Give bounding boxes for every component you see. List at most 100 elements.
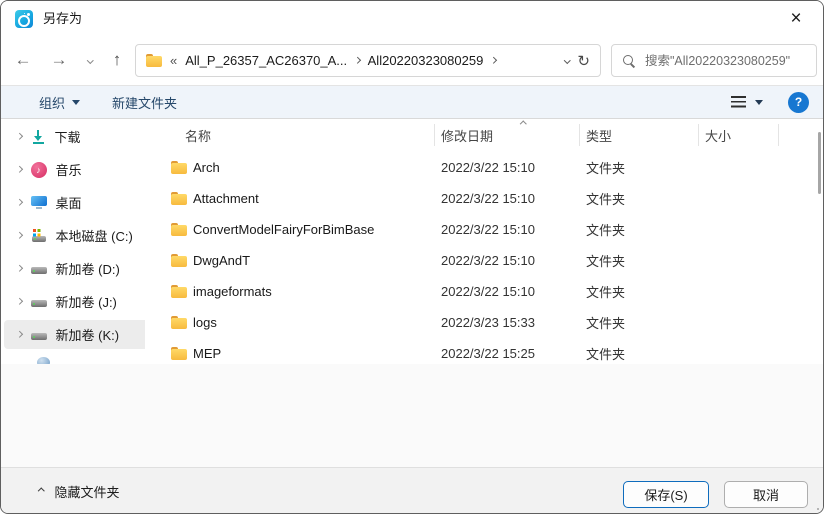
sidebar-item-drive-d[interactable]: 新加卷 (D:) (1, 252, 145, 285)
file-date: 2022/3/22 15:10 (441, 253, 535, 268)
cancel-button[interactable]: 取消 (724, 481, 808, 508)
folder-icon (146, 54, 162, 67)
file-row[interactable]: DwgAndT 2022/3/22 15:10 文件夹 (161, 245, 819, 276)
navigation-pane: 下载 ♪ 音乐 桌面 本地磁盘 (C:) 新加卷 (D:) 新加卷 (J:) 新… (1, 120, 145, 364)
expand-chevron-icon[interactable] (16, 199, 23, 206)
file-name: Arch (193, 160, 220, 175)
file-row[interactable]: imageformats 2022/3/22 15:10 文件夹 (161, 276, 819, 307)
expand-chevron-icon[interactable] (16, 331, 23, 338)
address-dropdown-icon[interactable] (563, 57, 571, 64)
organize-label: 组织 (39, 95, 66, 111)
toolbar-right-group: ? (731, 91, 809, 113)
drive-icon (30, 263, 47, 275)
file-row[interactable]: logs 2022/3/23 15:33 文件夹 (161, 307, 819, 338)
search-icon (622, 54, 636, 68)
sidebar-item-drive-j[interactable]: 新加卷 (J:) (1, 285, 145, 318)
refresh-icon[interactable]: ↻ (577, 52, 590, 70)
back-button[interactable]: ← (9, 46, 37, 74)
view-mode-icon[interactable] (731, 96, 746, 108)
close-icon: × (790, 7, 802, 29)
column-header-type[interactable]: 类型 (579, 126, 698, 145)
new-folder-label: 新建文件夹 (112, 95, 178, 111)
file-date: 2022/3/22 15:10 (441, 191, 535, 206)
sidebar-item-label: 新加卷 (D:) (55, 262, 120, 277)
expand-chevron-icon[interactable] (16, 133, 23, 140)
file-type: 文件夹 (586, 347, 626, 362)
command-toolbar: 组织 新建文件夹 ? (1, 85, 823, 119)
sidebar-item-label: 新加卷 (J:) (55, 295, 117, 310)
file-row[interactable]: Arch 2022/3/22 15:10 文件夹 (161, 152, 819, 183)
sidebar-item-label: 下载 (54, 130, 81, 145)
file-row[interactable]: MEP 2022/3/22 15:25 文件夹 (161, 338, 819, 364)
breadcrumb-parent[interactable]: All_P_26357_AC26370_A... (185, 53, 347, 68)
save-as-dialog: 另存为 × ← → ↑ « All_P_26357_AC26370_A... A… (0, 0, 824, 514)
navigation-bar: ← → ↑ « All_P_26357_AC26370_A... All2022… (1, 37, 823, 83)
chevron-up-icon (38, 487, 45, 495)
help-icon: ? (794, 95, 803, 109)
address-bar[interactable]: « All_P_26357_AC26370_A... All2022032308… (135, 44, 601, 77)
file-date: 2022/3/23 15:33 (441, 315, 535, 330)
search-input[interactable] (645, 53, 806, 68)
file-row[interactable]: Attachment 2022/3/22 15:10 文件夹 (161, 183, 819, 214)
view-dropdown-icon[interactable] (755, 99, 763, 105)
column-divider[interactable] (579, 124, 580, 146)
save-button[interactable]: 保存(S) (623, 481, 709, 508)
music-note-glyph: ♪ (36, 164, 41, 175)
file-list: Arch 2022/3/22 15:10 文件夹 Attachment 2022… (161, 152, 819, 364)
list-scrollbar-thumb[interactable] (818, 132, 821, 194)
column-header-name[interactable]: 名称 (161, 126, 434, 145)
expand-chevron-icon[interactable] (16, 232, 23, 239)
file-name: DwgAndT (193, 253, 251, 268)
sidebar-item-music[interactable]: ♪ 音乐 (1, 153, 145, 186)
folder-icon (171, 161, 187, 174)
forward-button[interactable]: → (45, 46, 73, 74)
file-type: 文件夹 (586, 285, 626, 300)
sidebar-item-drive-c[interactable]: 本地磁盘 (C:) (1, 219, 145, 252)
help-button[interactable]: ? (788, 91, 809, 113)
sidebar-item-label: 音乐 (55, 163, 82, 178)
system-drive-icon (31, 228, 47, 242)
breadcrumb-separator-icon[interactable] (490, 57, 497, 64)
save-button-label: 保存(S) (644, 488, 688, 503)
column-divider[interactable] (778, 124, 779, 146)
expand-chevron-icon[interactable] (16, 265, 23, 272)
breadcrumb-separator-icon[interactable] (354, 57, 361, 64)
file-type: 文件夹 (586, 254, 626, 269)
up-button[interactable]: ↑ (103, 46, 131, 74)
sidebar-item-desktop[interactable]: 桌面 (1, 186, 145, 219)
sidebar-item-downloads[interactable]: 下载 (1, 120, 145, 153)
title-bar: 另存为 × (1, 1, 823, 37)
save-fields-panel: 文件名(N): test0323-1 保存类型(T): XDB Files(*.… (1, 364, 823, 467)
hide-folders-label: 隐藏文件夹 (54, 484, 120, 500)
file-name: imageformats (193, 284, 272, 299)
column-header-date[interactable]: 修改日期 (434, 126, 579, 145)
column-divider[interactable] (434, 124, 435, 146)
breadcrumb-overflow-button[interactable]: « (170, 53, 177, 68)
close-button[interactable]: × (775, 3, 817, 34)
file-name: ConvertModelFairyForBimBase (193, 222, 375, 237)
expand-chevron-icon[interactable] (16, 166, 23, 173)
hide-folders-button[interactable]: 隐藏文件夹 (38, 468, 120, 513)
column-header-size[interactable]: 大小 (698, 126, 778, 145)
dropdown-triangle-icon (72, 99, 81, 105)
resize-grip[interactable] (816, 507, 819, 510)
file-type: 文件夹 (586, 223, 626, 238)
column-divider[interactable] (698, 124, 699, 146)
file-row[interactable]: ConvertModelFairyForBimBase 2022/3/22 15… (161, 214, 819, 245)
folder-icon (171, 285, 187, 298)
new-folder-button[interactable]: 新建文件夹 (112, 93, 177, 112)
file-date: 2022/3/22 15:25 (441, 346, 535, 361)
list-column-headers: 名称 修改日期 类型 大小 (161, 119, 823, 152)
file-name: logs (193, 315, 217, 330)
file-type: 文件夹 (586, 316, 626, 331)
search-box[interactable] (611, 44, 817, 77)
download-icon (30, 129, 46, 144)
up-icon: ↑ (112, 50, 122, 69)
file-name: MEP (193, 346, 222, 361)
organize-menu-button[interactable]: 组织 (39, 93, 81, 112)
recent-locations-button[interactable] (79, 46, 101, 74)
sidebar-item-drive-k[interactable]: 新加卷 (K:) (1, 318, 145, 351)
dialog-footer: 隐藏文件夹 保存(S) 取消 (1, 467, 823, 513)
expand-chevron-icon[interactable] (16, 298, 23, 305)
breadcrumb-current[interactable]: All20220323080259 (368, 53, 484, 68)
